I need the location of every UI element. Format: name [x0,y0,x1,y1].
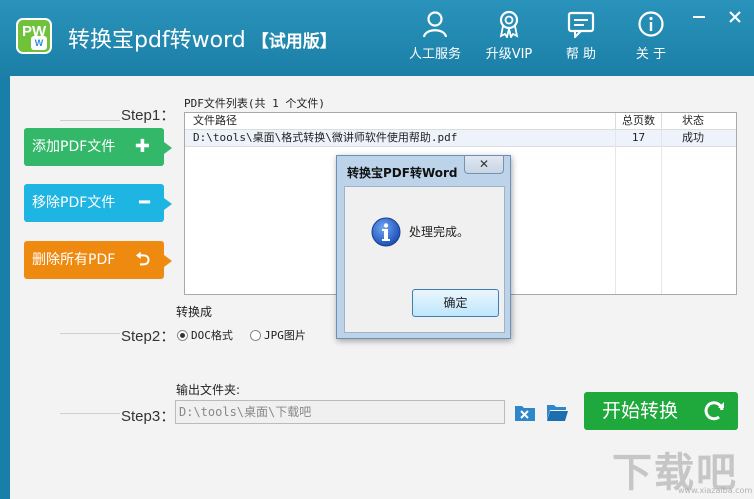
add-pdf-button[interactable]: 添加PDF文件 ✚ [24,128,172,166]
radio-label: JPG图片 [264,329,306,342]
output-folder-input[interactable]: D:\tools\桌面\下载吧 [175,400,505,424]
radio-jpg-image[interactable]: JPG图片 [250,327,306,343]
refresh-icon [704,401,724,421]
dialog-body: 处理完成。 确定 [344,186,505,333]
app-title: 转换宝pdf转word 【试用版】 [68,22,337,54]
title-bar: PW W 转换宝pdf转word 【试用版】 人工服务 升级VIP 帮 助 关 … [0,0,754,76]
vip-badge-icon [499,10,519,38]
watermark-url: www.xiazaiba.com [678,486,753,495]
nav-about[interactable]: 关 于 [616,10,686,62]
column-header-status[interactable]: 状态 [661,113,739,129]
column-header-path[interactable]: 文件路径 [185,113,615,129]
info-icon [371,217,401,247]
minus-icon: ━ [139,192,150,213]
file-path-cell: D:\tools\桌面\格式转换\微讲师软件使用帮助.pdf [193,131,458,144]
step2-label: Step2： [121,328,176,345]
divider [60,333,120,334]
convert-to-label: 转换成 [176,305,213,319]
nav-upgrade-vip[interactable]: 升级VIP [474,10,544,62]
divider [60,120,120,121]
plus-icon: ✚ [134,136,150,157]
refresh-icon: ⮌ [135,249,150,270]
remove-pdf-label: 移除PDF文件 [32,195,116,211]
start-conversion-label: 开始转换 [602,400,679,422]
divider [60,413,120,414]
close-icon[interactable] [726,8,744,26]
chat-icon [567,11,595,38]
radio-doc-format[interactable]: DOC格式 [177,327,233,343]
remove-all-pdf-button[interactable]: 删除所有PDF ⮌ [24,241,172,279]
radio-label: DOC格式 [191,329,233,342]
watermark: 下载吧 www.xiazaiba.com [612,440,752,498]
app-logo-icon: PW W [16,18,52,54]
nav-label: 帮 助 [565,47,597,62]
step1-label: Step1： [121,107,176,124]
step3-label: Step3： [121,408,176,425]
clear-folder-icon[interactable] [514,402,536,422]
nav-label: 人工服务 [408,47,461,62]
dialog-close-button[interactable]: ✕ [464,156,504,174]
nav-label: 关 于 [635,47,667,62]
remove-pdf-button[interactable]: 移除PDF文件 ━ [24,184,172,222]
completion-dialog: 转换宝PDF转Word ✕ 处理完成。 确定 [336,155,511,339]
add-pdf-label: 添加PDF文件 [32,139,116,155]
dialog-title: 转换宝PDF转Word [347,166,458,180]
table-row[interactable]: D:\tools\桌面\格式转换\微讲师软件使用帮助.pdf 17 成功 [185,130,736,147]
status-cell: 成功 [661,130,739,146]
start-conversion-button[interactable]: 开始转换 [584,392,738,430]
page-count-cell: 17 [615,130,661,146]
radio-selected-icon [177,330,188,341]
file-list-caption: PDF文件列表(共 1 个文件) [184,97,325,110]
nav-help[interactable]: 帮 助 [546,10,616,62]
app-title-text: 转换宝pdf转word [68,28,246,53]
output-folder-label: 输出文件夹: [176,383,241,397]
table-header: 文件路径 总页数 状态 [185,113,736,130]
person-icon [422,11,448,38]
remove-all-pdf-label: 删除所有PDF [32,252,116,268]
minimize-icon[interactable] [690,8,708,26]
info-icon [638,11,664,37]
column-header-pages[interactable]: 总页数 [615,113,661,129]
dialog-message: 处理完成。 [409,225,470,239]
dialog-ok-button[interactable]: 确定 [412,289,499,317]
nav-customer-service[interactable]: 人工服务 [400,10,470,62]
edition-label: 【试用版】 [251,32,337,52]
nav-label: 升级VIP [485,47,533,62]
logo-badge: W [31,36,47,50]
radio-unselected-icon [250,330,261,341]
browse-folder-icon[interactable] [546,402,568,422]
